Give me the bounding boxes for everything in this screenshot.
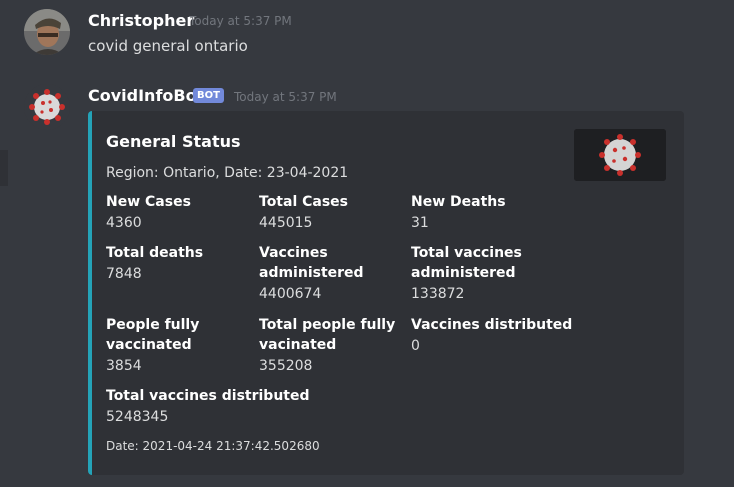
- field-value: 445015: [259, 215, 313, 231]
- embed-accent-bar: [88, 111, 92, 475]
- embed-field: Total Cases 445015: [259, 192, 407, 234]
- message-username[interactable]: Christopher: [88, 11, 194, 30]
- embed-field: New Deaths 31: [411, 192, 559, 234]
- field-name: Total vaccines administered: [411, 245, 522, 281]
- field-value: 133872: [411, 286, 465, 302]
- field-value: 4400674: [259, 286, 322, 302]
- message-timestamp: Today at 5:37 PM: [234, 90, 337, 104]
- field-name: Total Cases: [259, 194, 349, 210]
- field-name: Total vaccines distributed: [106, 388, 310, 404]
- embed-footer: Date: 2021-04-24 21:37:42.502680: [106, 439, 320, 453]
- embed-field: Total vaccines distributed 5248345: [106, 386, 326, 428]
- virus-image-icon: [574, 129, 666, 181]
- embed-title: General Status: [106, 132, 241, 151]
- embed-thumbnail[interactable]: [574, 129, 666, 181]
- channel-edge-divider: [0, 150, 8, 186]
- field-value: 5248345: [106, 409, 169, 425]
- field-name: People fully vaccinated: [106, 317, 200, 353]
- embed-field: Total people fully vacinated 355208: [259, 315, 407, 377]
- embed-field: Vaccines distributed 0: [411, 315, 581, 357]
- message-username[interactable]: CovidInfoBot: [88, 86, 204, 105]
- embed-field: Vaccines administered 4400674: [259, 243, 407, 305]
- embed-field: Total vaccines administered 133872: [411, 243, 559, 305]
- field-value: 355208: [259, 358, 313, 374]
- person-avatar-icon: [24, 9, 70, 55]
- user-avatar[interactable]: [24, 9, 70, 55]
- field-value: 7848: [106, 266, 142, 282]
- field-value: 31: [411, 215, 429, 231]
- field-name: Total people fully vacinated: [259, 317, 396, 353]
- embed-field: New Cases 4360: [106, 192, 254, 234]
- embed-field: People fully vaccinated 3854: [106, 315, 254, 377]
- field-value: 3854: [106, 358, 142, 374]
- field-name: New Cases: [106, 194, 191, 210]
- embed-description: Region: Ontario, Date: 23-04-2021: [106, 165, 349, 181]
- field-name: Vaccines administered: [259, 245, 364, 281]
- message-timestamp: Today at 5:37 PM: [189, 14, 292, 28]
- field-value: 0: [411, 338, 420, 354]
- embed-field: Total deaths 7848: [106, 243, 254, 285]
- field-name: New Deaths: [411, 194, 506, 210]
- field-name: Total deaths: [106, 245, 204, 261]
- message-text: covid general ontario: [88, 37, 248, 55]
- bot-avatar[interactable]: [24, 84, 70, 130]
- field-value: 4360: [106, 215, 142, 231]
- field-name: Vaccines distributed: [411, 317, 573, 333]
- embed-card: General Status Region: Ontario, Date: 23…: [88, 111, 684, 475]
- bot-badge: BOT: [193, 88, 224, 103]
- virus-icon: [24, 84, 70, 130]
